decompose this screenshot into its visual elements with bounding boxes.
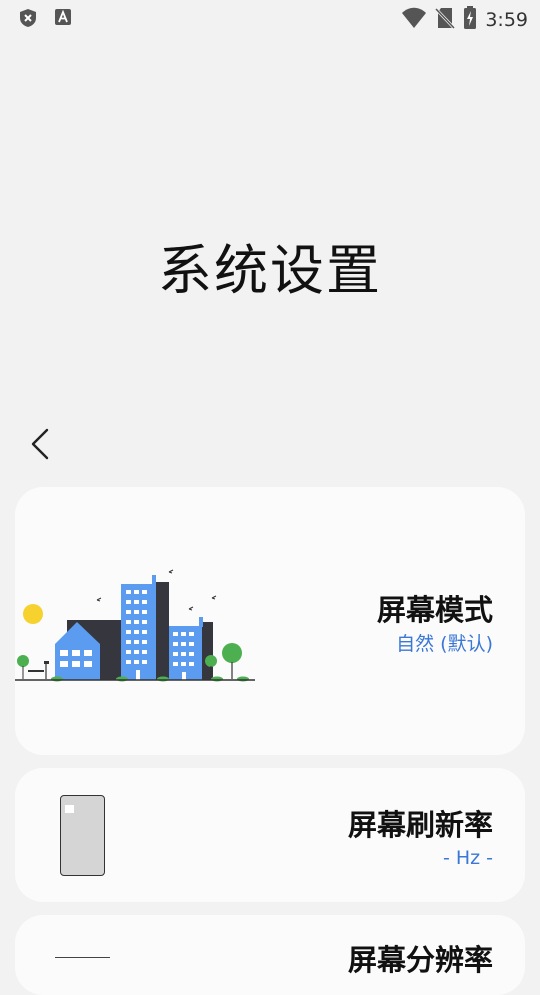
refresh-rate-card[interactable]: 屏幕刷新率 - Hz - [15,768,525,902]
no-sim-icon [435,7,456,33]
resolution-card[interactable]: 屏幕分辨率 [15,915,525,995]
screen-mode-value: 自然 (默认) [396,633,493,655]
wifi-icon [401,7,427,33]
refresh-rate-value: - Hz - [442,847,493,869]
back-button[interactable] [26,424,58,464]
chevron-left-icon [31,428,49,460]
font-a-icon [54,8,72,32]
refresh-rate-title: 屏幕刷新率 [347,808,493,842]
page-title: 系统设置 [158,239,382,302]
battery-charging-icon [463,6,477,34]
status-bar: 3:59 [0,0,540,36]
resolution-title: 屏幕分辨率 [347,943,493,977]
screen-mode-card[interactable]: 屏幕模式 自然 (默认) [15,487,525,755]
shield-x-icon [18,8,38,32]
phone-illustration [55,957,110,988]
phone-camera [65,805,74,813]
phone-illustration [60,795,105,876]
screen-mode-title: 屏幕模式 [376,593,493,627]
clock-time: 3:59 [485,9,528,31]
city-skyline-illustration [15,569,255,682]
